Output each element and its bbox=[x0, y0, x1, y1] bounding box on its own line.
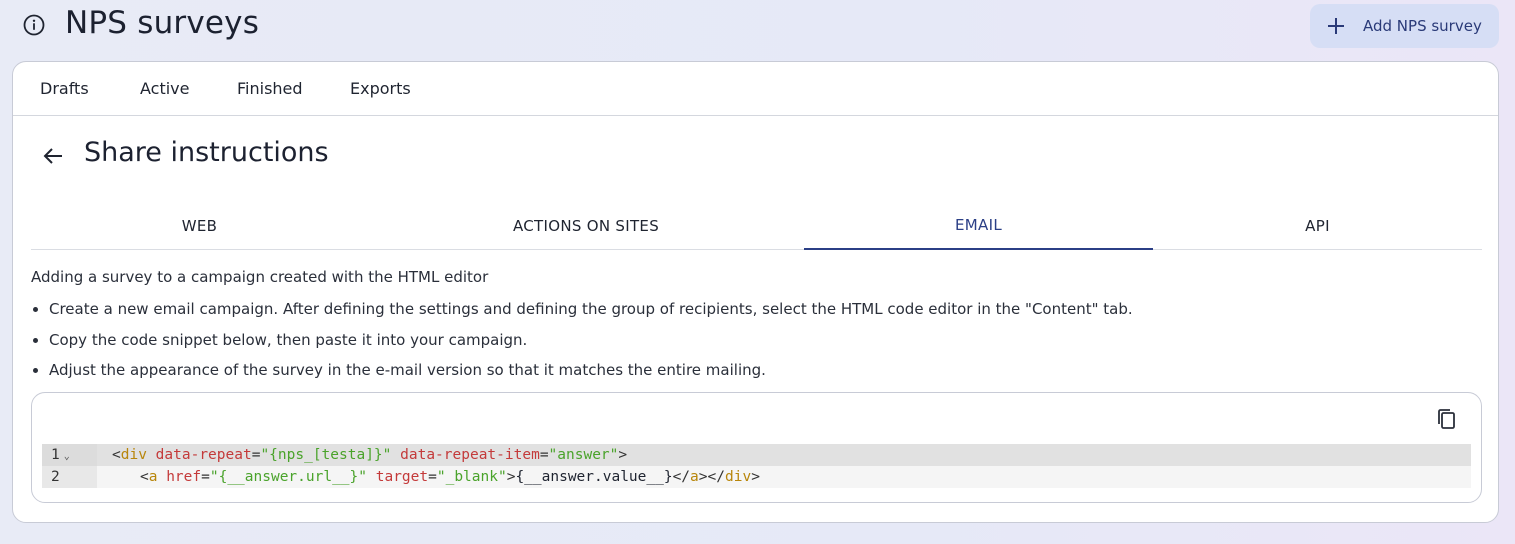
page-title: NPS surveys bbox=[65, 5, 260, 41]
fold-chevron-icon[interactable]: ⌄ bbox=[64, 451, 70, 462]
add-nps-survey-label: Add NPS survey bbox=[1363, 17, 1482, 35]
tab-finished[interactable]: Finished bbox=[237, 79, 303, 98]
page-header: NPS surveys Add NPS survey bbox=[0, 0, 1515, 52]
tab-web[interactable]: WEB bbox=[31, 202, 368, 249]
main-card: Drafts Active Finished Exports Share ins… bbox=[12, 61, 1499, 523]
tab-active[interactable]: Active bbox=[140, 79, 190, 98]
list-item: Create a new email campaign. After defin… bbox=[31, 298, 1133, 329]
list-item: Adjust the appearance of the survey in t… bbox=[31, 359, 1133, 390]
code-snippet-box: 1 ⌄ <div data-repeat="{nps_[testa]}" data… bbox=[31, 392, 1482, 503]
tab-exports[interactable]: Exports bbox=[350, 79, 411, 98]
line-number: 2 bbox=[42, 466, 97, 488]
section-title: Share instructions bbox=[84, 137, 329, 168]
top-tab-bar: Drafts Active Finished Exports bbox=[13, 62, 1498, 116]
code-content: <div data-repeat="{nps_[testa]}" data-re… bbox=[112, 447, 628, 463]
code-line: 2 <a href="{__answer.url__}" target="_bl… bbox=[42, 466, 1471, 488]
line-number: 1 ⌄ bbox=[42, 444, 97, 466]
add-nps-survey-button[interactable]: Add NPS survey bbox=[1310, 4, 1499, 48]
instructions-list: Create a new email campaign. After defin… bbox=[31, 298, 1133, 390]
copy-icon[interactable] bbox=[1435, 407, 1457, 431]
list-item: Copy the code snippet below, then paste … bbox=[31, 329, 1133, 360]
instructions-intro: Adding a survey to a campaign created wi… bbox=[31, 268, 489, 286]
code-editor[interactable]: 1 ⌄ <div data-repeat="{nps_[testa]}" data… bbox=[42, 444, 1471, 492]
code-content: <a href="{__answer.url__}" target="_blan… bbox=[140, 469, 760, 485]
tab-email[interactable]: EMAIL bbox=[804, 202, 1153, 250]
code-line: 1 ⌄ <div data-repeat="{nps_[testa]}" data… bbox=[42, 444, 1471, 466]
tab-api[interactable]: API bbox=[1153, 202, 1482, 249]
share-method-tabs: WEB ACTIONS ON SITES EMAIL API bbox=[31, 202, 1482, 250]
tab-drafts[interactable]: Drafts bbox=[40, 79, 89, 98]
info-circle-icon[interactable] bbox=[23, 14, 45, 36]
plus-icon bbox=[1328, 18, 1344, 34]
arrow-left-icon[interactable] bbox=[42, 145, 64, 167]
tab-actions-on-sites[interactable]: ACTIONS ON SITES bbox=[421, 202, 751, 249]
